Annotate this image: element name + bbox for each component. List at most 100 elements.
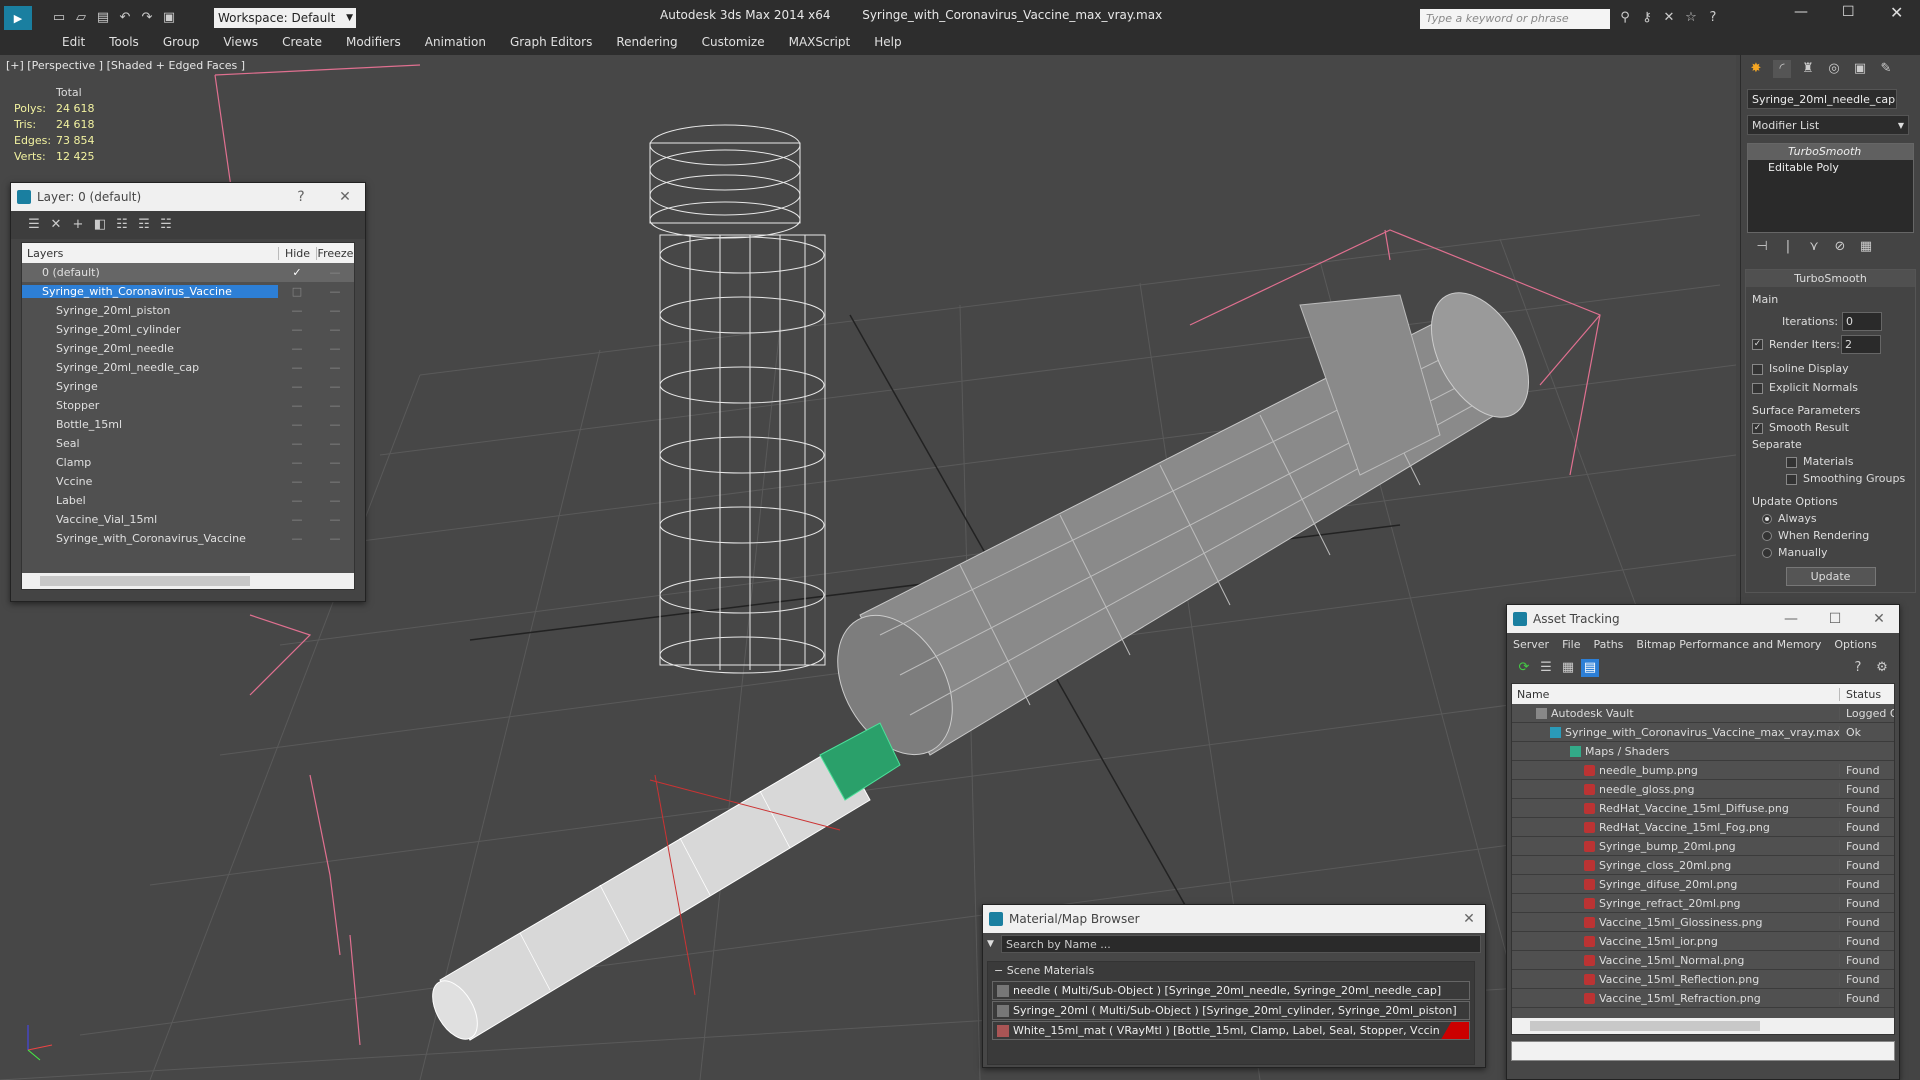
menu-tools[interactable]: Tools [97, 30, 151, 55]
stack-item-turbosmooth[interactable]: TurboSmooth [1748, 144, 1913, 160]
app-logo[interactable]: ▶ [4, 6, 32, 32]
redo-icon[interactable]: ↷ [138, 9, 156, 27]
asset-row[interactable]: Syringe_refract_20ml.png Found [1512, 894, 1894, 913]
always-radio[interactable] [1762, 514, 1772, 524]
layer-row[interactable]: Syringe_with_Coronavirus_Vaccine — — [22, 529, 354, 548]
set-current-layer-icon[interactable]: ☶ [135, 216, 153, 234]
asset-row[interactable]: Vaccine_15ml_ior.png Found [1512, 932, 1894, 951]
workspace-dropdown[interactable]: Workspace: Default ▼ [214, 8, 356, 28]
asset-row[interactable]: Syringe_difuse_20ml.png Found [1512, 875, 1894, 894]
layer-row[interactable]: Clamp — — [22, 453, 354, 472]
binoculars-icon[interactable]: ⚲ [1616, 9, 1634, 27]
help-search-input[interactable]: Type a keyword or phrase [1420, 9, 1610, 29]
asset-row[interactable]: Vaccine_15ml_Glossiness.png Found [1512, 913, 1894, 932]
menu-file[interactable]: File [1562, 638, 1580, 651]
layer-row[interactable]: Syringe_with_Coronavirus_Vaccine □ — [22, 282, 354, 301]
menu-modifiers[interactable]: Modifiers [334, 30, 413, 55]
horizontal-scrollbar[interactable] [1512, 1018, 1894, 1034]
layer-row[interactable]: Syringe — — [22, 377, 354, 396]
asset-row[interactable]: Vaccine_15ml_Normal.png Found [1512, 951, 1894, 970]
layer-row[interactable]: Label — — [22, 491, 354, 510]
col-freeze[interactable]: Freeze [316, 246, 354, 260]
layer-row[interactable]: Syringe_20ml_needle — — [22, 339, 354, 358]
when-rendering-radio[interactable] [1762, 531, 1772, 541]
material-row[interactable]: Syringe_20ml ( Multi/Sub-Object ) [Syrin… [992, 1001, 1470, 1020]
menu-animation[interactable]: Animation [413, 30, 498, 55]
layer-row[interactable]: Stopper — — [22, 396, 354, 415]
rollout-title[interactable]: TurboSmooth [1746, 270, 1915, 287]
menu-create[interactable]: Create [270, 30, 334, 55]
layer-row[interactable]: Syringe_20ml_cylinder — — [22, 320, 354, 339]
configure-sets-icon[interactable]: ▦ [1857, 238, 1875, 256]
create-tab-icon[interactable]: ✸ [1747, 60, 1765, 78]
asset-row[interactable]: needle_bump.png Found [1512, 761, 1894, 780]
viewport-label[interactable]: [+] [Perspective ] [Shaded + Edged Faces… [6, 59, 245, 72]
add-to-layer-icon[interactable]: + [69, 216, 87, 234]
col-name[interactable]: Name [1512, 688, 1839, 701]
asset-row[interactable]: Syringe_closs_20ml.png Found [1512, 856, 1894, 875]
smooth-result-checkbox[interactable]: ✓ [1752, 422, 1763, 434]
render-iters-spinner[interactable]: 2 [1841, 335, 1881, 354]
layer-row[interactable]: Syringe_20ml_piston — — [22, 301, 354, 320]
remove-modifier-icon[interactable]: ⊘ [1831, 238, 1849, 256]
asset-row[interactable]: RedHat_Vaccine_15ml_Fog.png Found [1512, 818, 1894, 837]
menu-edit[interactable]: Edit [50, 30, 97, 55]
settings-icon[interactable]: ⚙ [1873, 659, 1891, 677]
asset-path-field[interactable] [1511, 1041, 1895, 1061]
material-browser-titlebar[interactable]: Material/Map Browser ✕ [983, 905, 1485, 933]
col-layers[interactable]: Layers [22, 247, 278, 260]
project-folder-icon[interactable]: ▣ [160, 9, 178, 27]
hide-all-icon[interactable]: ☵ [157, 216, 175, 234]
menu-maxscript[interactable]: MAXScript [777, 30, 863, 55]
modify-tab-icon[interactable]: ◜ [1773, 60, 1791, 78]
key-icon[interactable]: ⚷ [1638, 9, 1656, 27]
maximize-button[interactable]: ☐ [1842, 4, 1855, 20]
list-view-icon[interactable]: ☰ [1537, 659, 1555, 677]
asset-row[interactable]: Syringe_bump_20ml.png Found [1512, 837, 1894, 856]
layer-row[interactable]: Vccine — — [22, 472, 354, 491]
menu-views[interactable]: Views [211, 30, 270, 55]
asset-row[interactable]: Vaccine_15ml_Reflection.png Found [1512, 970, 1894, 989]
explicit-normals-checkbox[interactable] [1752, 382, 1763, 394]
layer-row[interactable]: Seal — — [22, 434, 354, 453]
tools-icon[interactable]: ✕ [1660, 9, 1678, 27]
thumbnail-view-icon[interactable]: ▦ [1559, 659, 1577, 677]
layer-panel-titlebar[interactable]: Layer: 0 (default) ? ✕ [11, 183, 365, 211]
materials-checkbox[interactable] [1786, 456, 1797, 468]
delete-layer-icon[interactable]: ✕ [47, 216, 65, 234]
menu-bitmap-performance[interactable]: Bitmap Performance and Memory [1636, 638, 1821, 651]
iterations-spinner[interactable]: 0 [1842, 312, 1882, 331]
help-icon[interactable]: ? [1849, 659, 1867, 677]
current-check-icon[interactable]: ✓ [278, 266, 316, 279]
close-icon[interactable]: ✕ [1869, 609, 1889, 629]
maximize-button[interactable]: ☐ [1825, 609, 1845, 629]
smoothing-groups-checkbox[interactable] [1786, 473, 1797, 485]
layer-row[interactable]: 0 (default) ✓ — [22, 263, 354, 282]
material-search-input[interactable]: Search by Name ... [1001, 935, 1481, 953]
asset-row[interactable]: RedHat_Vaccine_15ml_Diffuse.png Found [1512, 799, 1894, 818]
layer-row[interactable]: Bottle_15ml — — [22, 415, 354, 434]
close-button[interactable]: ✕ [1890, 3, 1903, 22]
asset-tracking-titlebar[interactable]: Asset Tracking — ☐ ✕ [1507, 605, 1899, 633]
menu-rendering[interactable]: Rendering [604, 30, 689, 55]
render-iters-checkbox[interactable]: ✓ [1752, 339, 1763, 350]
col-status[interactable]: Status [1839, 687, 1894, 701]
layer-row[interactable]: Vaccine_Vial_15ml — — [22, 510, 354, 529]
minimize-button[interactable]: — [1794, 4, 1808, 20]
open-file-icon[interactable]: ▱ [72, 9, 90, 27]
close-icon[interactable]: ✕ [335, 187, 355, 207]
refresh-icon[interactable]: ⟳ [1515, 659, 1533, 677]
asset-row[interactable]: needle_gloss.png Found [1512, 780, 1894, 799]
asset-row[interactable]: Syringe_with_Coronavirus_Vaccine_max_vra… [1512, 723, 1894, 742]
display-tab-icon[interactable]: ▣ [1851, 60, 1869, 78]
undo-icon[interactable]: ↶ [116, 9, 134, 27]
utilities-tab-icon[interactable]: ✎ [1877, 60, 1895, 78]
asset-row[interactable]: Maps / Shaders [1512, 742, 1894, 761]
table-view-icon[interactable]: ▤ [1581, 659, 1599, 677]
asset-row[interactable]: Autodesk Vault Logged O [1512, 704, 1894, 723]
menu-options[interactable]: Options [1834, 638, 1876, 651]
material-row[interactable]: White_15ml_mat ( VRayMtl ) [Bottle_15ml,… [992, 1021, 1470, 1040]
select-layer-icon[interactable]: ☷ [113, 216, 131, 234]
menu-server[interactable]: Server [1513, 638, 1549, 651]
save-icon[interactable]: ▤ [94, 9, 112, 27]
